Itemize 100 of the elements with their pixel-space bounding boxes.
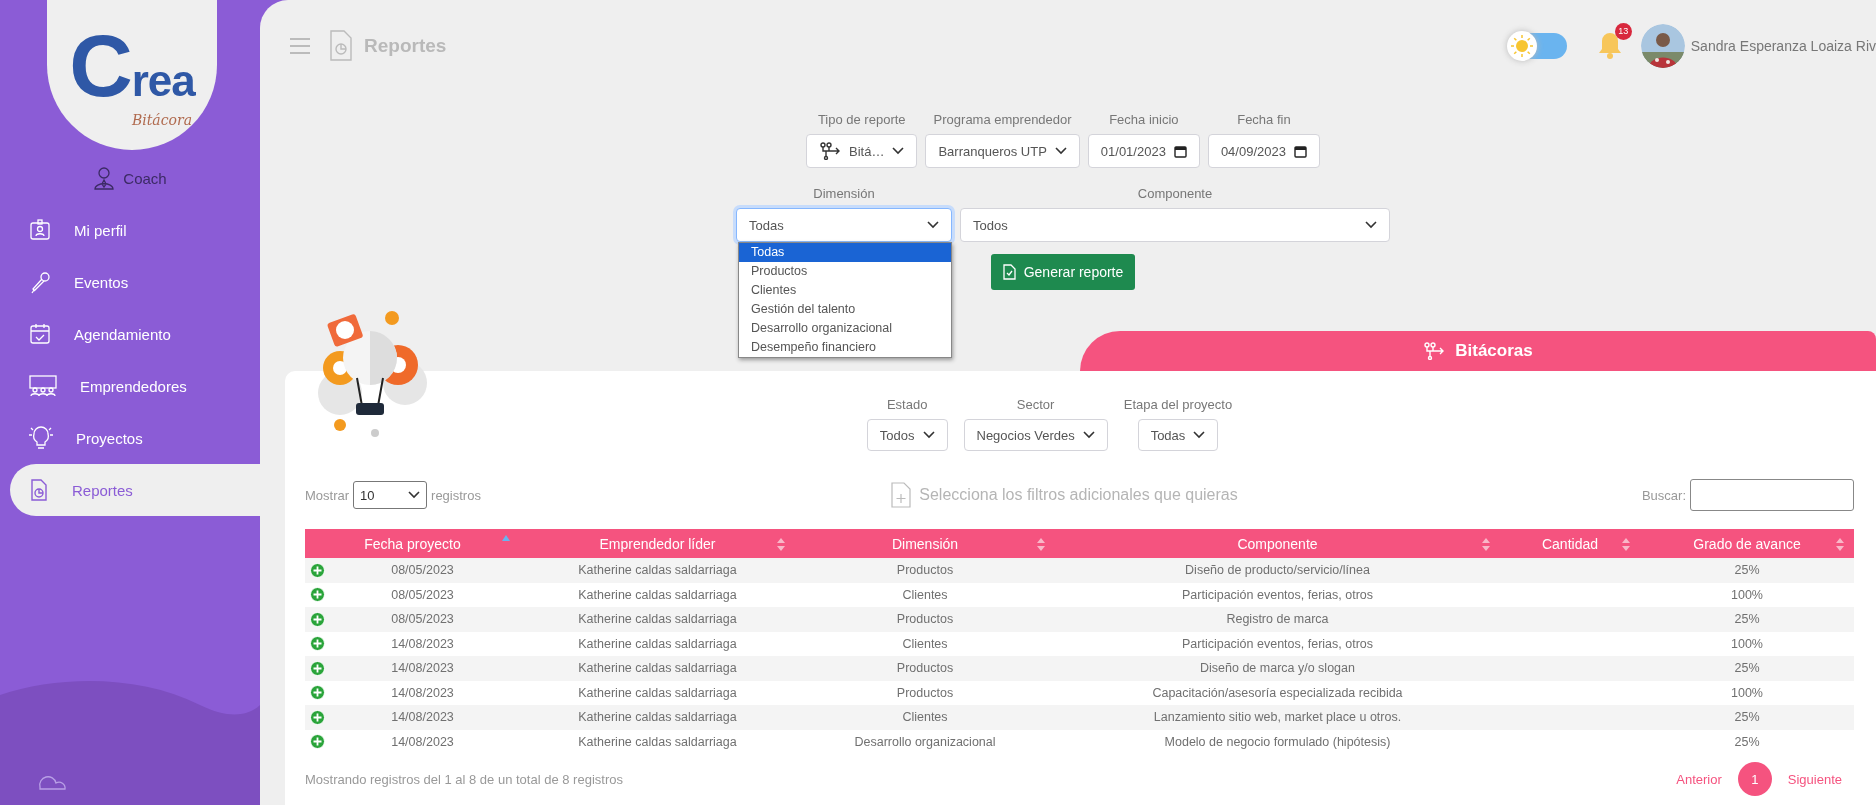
table-cell: Modelo de negocio formulado (hipótesis) [1164, 734, 1391, 749]
column-header[interactable]: Fecha proyecto [305, 529, 520, 558]
theme-toggle[interactable] [1510, 33, 1567, 59]
table-cell: 100% [1731, 685, 1763, 700]
filter-label: Estado [886, 397, 928, 414]
expand-row-icon[interactable] [310, 636, 325, 652]
column-header[interactable]: Emprendedor líder [520, 529, 795, 558]
dropdown[interactable]: Todos [960, 208, 1390, 242]
column-header[interactable]: Grado de avance [1640, 529, 1854, 558]
chevron-icon [408, 491, 421, 499]
dropdown[interactable]: Todas [736, 208, 952, 242]
report-icon [328, 29, 354, 63]
table-cell: Katherine caldas saldarriaga [578, 612, 737, 627]
column-header[interactable]: Cantidad [1500, 529, 1640, 558]
sidebar-item[interactable]: Emprendedores [0, 360, 260, 412]
expand-row-icon[interactable] [310, 685, 325, 701]
date-field[interactable]: 04/09/2023 [1207, 134, 1320, 168]
sidebar-item[interactable]: Proyectos [0, 412, 260, 464]
table-cell: Katherine caldas saldarriaga [578, 710, 737, 725]
sidebar-item[interactable]: Eventos [0, 256, 260, 308]
table-cell: 25% [1734, 734, 1760, 749]
table-cell-text: 14/08/2023 [390, 661, 455, 676]
document-check-icon [1002, 264, 1016, 280]
branch-icon [1423, 342, 1446, 360]
sidebar-item[interactable]: Agendamiento [0, 308, 260, 360]
date-field[interactable]: 01/01/2023 [1087, 134, 1200, 168]
menu-option[interactable]: Desempeño financiero [739, 338, 951, 357]
column-header[interactable]: Dimensión [795, 529, 1055, 558]
person-icon [93, 166, 116, 190]
logo-subtitle: Bitácora [131, 112, 192, 128]
filter-label: Fecha inicio [1109, 112, 1179, 129]
branch-icon [819, 142, 841, 160]
lightbulb-icon [28, 426, 54, 450]
filter-label: Etapa del proyecto [1123, 397, 1233, 414]
chevron-icon [922, 431, 935, 439]
table-cell: Katherine caldas saldarriaga [578, 587, 737, 602]
notification-badge: 13 [1614, 22, 1632, 40]
page-button[interactable]: 1 [1737, 762, 1772, 796]
table-cell: Participación eventos, ferias, otros [1181, 636, 1374, 651]
expand-row-icon[interactable] [310, 587, 325, 603]
table-cell: Diseño de producto/servicio/línea [1185, 563, 1370, 578]
people-icon [28, 374, 58, 398]
table-cell-text: 14/08/2023 [390, 734, 455, 749]
menu-option[interactable]: Desarrollo organizacional [739, 319, 951, 338]
table-cell: Participación eventos, ferias, otros [1181, 587, 1374, 602]
chevron-icon [1082, 431, 1095, 439]
add-document-icon [891, 482, 912, 508]
menu-option[interactable]: Gestión del talento [739, 300, 951, 319]
column-header[interactable]: Componente [1055, 529, 1500, 558]
table-cell: 25% [1734, 612, 1760, 627]
length-label: registros [431, 487, 481, 503]
next-link[interactable]: Siguiente [1787, 771, 1842, 787]
menu-icon[interactable] [290, 38, 310, 54]
table-cell: Clientes [902, 636, 948, 651]
search-label: Buscar: [1641, 487, 1686, 503]
expand-row-icon[interactable] [310, 709, 325, 725]
table-cell: Katherine caldas saldarriaga [578, 734, 737, 749]
table-cell: 25% [1734, 563, 1760, 578]
table-cell: 100% [1731, 587, 1763, 602]
menu-option[interactable]: Clientes [739, 281, 951, 300]
table-cell: Productos [896, 685, 954, 700]
generate-report-button[interactable]: Generar reporte [990, 254, 1136, 290]
table-cell: 100% [1731, 636, 1763, 651]
expand-row-icon[interactable] [310, 660, 325, 676]
table-cell: Productos [896, 612, 954, 627]
dropdown[interactable]: Bitá… [806, 134, 918, 168]
calendar-icon [1293, 144, 1307, 158]
report-icon [28, 478, 50, 502]
table-cell-text: 08/05/2023 [390, 563, 455, 578]
filter-label: Fecha fin [1237, 112, 1291, 129]
menu-option[interactable]: Productos [739, 262, 951, 281]
filter-label: Dimensión [813, 186, 875, 203]
menu-option[interactable]: Todas [739, 243, 951, 262]
search-field[interactable] [1690, 479, 1854, 511]
dropdown[interactable]: Todos [866, 419, 948, 451]
chevron-icon [1365, 221, 1377, 229]
previous-link[interactable]: Anterior [1676, 771, 1722, 787]
sidebar-item[interactable]: Reportes [10, 464, 260, 516]
expand-row-icon[interactable] [310, 611, 325, 627]
expand-row-icon[interactable] [310, 734, 325, 750]
table-cell: Desarrollo organizacional [854, 734, 996, 749]
sidebar-item[interactable]: Mi perfil [0, 204, 260, 256]
filter-label: Tipo de reporte [817, 112, 906, 129]
dropdown[interactable]: Barranqueros UTP [925, 134, 1080, 168]
table-cell-text: 14/08/2023 [390, 685, 455, 700]
length-label: Mostrar [305, 487, 350, 503]
table-cell: Clientes [902, 587, 948, 602]
table-cell: Katherine caldas saldarriaga [578, 563, 737, 578]
page-length-dropdown[interactable]: 10 [353, 481, 428, 509]
calendar-check-icon [28, 322, 52, 346]
expand-row-icon[interactable] [310, 562, 325, 578]
dropdown[interactable]: Negocios Verdes [963, 419, 1108, 451]
table-cell-text: 08/05/2023 [390, 587, 455, 602]
table-cell: Katherine caldas saldarriaga [578, 685, 737, 700]
chevron-icon [1054, 147, 1067, 155]
filter-label: Componente [1137, 186, 1213, 203]
dropdown[interactable]: Todas [1137, 419, 1219, 451]
section-tab[interactable]: Bitácoras [1080, 331, 1876, 371]
user-name: Sandra Esperanza Loaiza Riv [1690, 38, 1876, 54]
table-cell: Diseño de marca y/o slogan [1200, 661, 1355, 676]
